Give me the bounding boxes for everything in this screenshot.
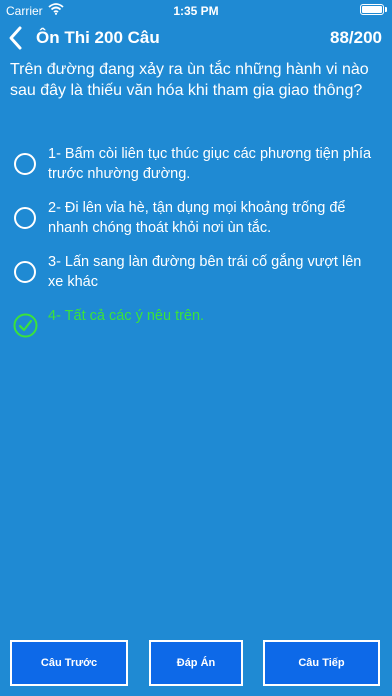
battery-icon: [360, 4, 387, 15]
answer-text: 3- Lấn sang làn đường bên trái cố gắng v…: [48, 254, 362, 290]
bottom-toolbar: Câu Trước Đáp Án Câu Tiếp: [0, 640, 392, 688]
question-counter: 88/200: [330, 28, 382, 47]
previous-question-button[interactable]: Câu Trước: [10, 640, 128, 686]
check-circle-icon[interactable]: [13, 313, 38, 338]
answer-option-3[interactable]: 3- Lấn sang làn đường bên trái cố gắng v…: [0, 252, 392, 294]
status-bar: Carrier 1:35 PM: [0, 0, 392, 20]
answer-text: 1- Bấm còi liên tục thúc giục các phương…: [48, 146, 372, 182]
next-question-button[interactable]: Câu Tiếp: [263, 640, 380, 686]
answer-text: 4- Tất cả các ý nêu trên.: [48, 308, 205, 324]
question-text: Trên đường đang xảy ra ùn tắc những hành…: [10, 61, 369, 99]
navigation-bar: Ôn Thi 200 Câu 88/200: [0, 20, 392, 56]
page-title: Ôn Thi 200 Câu: [36, 28, 160, 47]
show-answer-button[interactable]: Đáp Án: [149, 640, 243, 686]
radio-circle-icon[interactable]: [14, 153, 36, 175]
radio-circle-icon[interactable]: [14, 207, 36, 229]
chevron-left-icon[interactable]: [6, 24, 26, 52]
answer-text: 2- Đi lên vỉa hè, tận dụng mọi khoảng tr…: [48, 200, 346, 236]
answer-option-1[interactable]: 1- Bấm còi liên tục thúc giục các phương…: [0, 144, 392, 186]
answer-option-2[interactable]: 2- Đi lên vỉa hè, tận dụng mọi khoảng tr…: [0, 198, 392, 240]
answer-list: 1- Bấm còi liên tục thúc giục các phương…: [0, 144, 392, 360]
radio-circle-icon[interactable]: [14, 261, 36, 283]
status-time: 1:35 PM: [173, 4, 219, 18]
answer-option-4[interactable]: 4- Tất cả các ý nêu trên.: [0, 306, 392, 348]
